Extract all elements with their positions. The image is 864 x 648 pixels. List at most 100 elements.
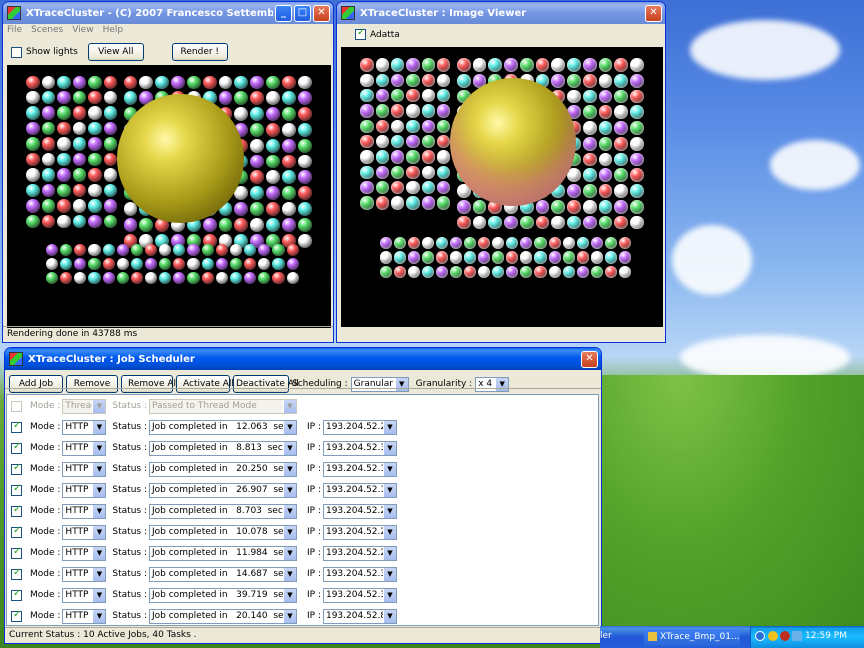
job-checkbox[interactable]: [11, 588, 22, 601]
tray-globe-icon[interactable]: [768, 631, 778, 641]
ip-select[interactable]: 193.204.52.3 ▼: [322, 440, 397, 456]
status-select[interactable]: Job completed in 10.078 seconds▼: [149, 524, 297, 540]
small-sphere: [520, 265, 533, 278]
mode-select[interactable]: HTTP ▼: [62, 440, 107, 456]
small-sphere: [360, 196, 374, 210]
status-select[interactable]: Job completed in 20.250 seconds▼: [149, 461, 297, 477]
scheduling-select[interactable]: Granular ▼: [350, 376, 409, 392]
render-button[interactable]: Render !: [171, 43, 228, 61]
small-sphere: [421, 58, 436, 72]
ip-select[interactable]: 193.204.52.14▼: [322, 461, 397, 477]
small-sphere: [590, 265, 603, 278]
menu-help[interactable]: Help: [103, 25, 124, 38]
ip-select[interactable]: 193.204.52.2 ▼: [322, 419, 397, 435]
close-icon[interactable]: ✕: [313, 4, 330, 22]
mode-select[interactable]: HTTP ▼: [62, 419, 107, 435]
remove-button[interactable]: Remove: [66, 375, 118, 393]
small-sphere: [144, 272, 158, 285]
status-select[interactable]: Job completed in 11.984 seconds▼: [149, 545, 297, 561]
tray-network-icon[interactable]: [792, 631, 802, 641]
ip-select[interactable]: 193.204.52.22▼: [322, 503, 397, 519]
show-lights-checkbox[interactable]: [11, 46, 22, 58]
deactivate-all-button[interactable]: Deactivate All: [233, 375, 299, 393]
small-sphere: [406, 73, 420, 87]
small-sphere: [286, 257, 299, 271]
small-sphere: [57, 214, 71, 229]
small-sphere: [519, 215, 534, 230]
job-checkbox[interactable]: [11, 567, 22, 580]
small-sphere: [375, 119, 390, 133]
small-sphere: [614, 184, 628, 198]
small-sphere: [567, 73, 581, 88]
job-checkbox[interactable]: [11, 525, 22, 538]
job-checkbox[interactable]: [11, 546, 22, 559]
remove-all-button[interactable]: Remove All: [121, 375, 179, 393]
status-select[interactable]: Job completed in 14.687 seconds▼: [149, 566, 297, 582]
ip-select[interactable]: 193.204.52.24▼: [322, 545, 397, 561]
taskbar-item[interactable]: XTrace_Bmp_01...: [644, 629, 740, 646]
viewer-title: XTraceCluster : Image Viewer: [360, 7, 527, 19]
activate-all-button[interactable]: Activate All: [176, 375, 234, 393]
granularity-select[interactable]: x 4 ▼: [475, 376, 510, 392]
menu-view[interactable]: View: [72, 25, 93, 38]
minimize-icon[interactable]: _: [275, 4, 292, 22]
job-row-disabled: Mode : Thread▼ Status : Passed to Thread…: [11, 398, 297, 414]
menu-file[interactable]: File: [7, 25, 22, 38]
scheduler-titlebar[interactable]: XTraceCluster : Job Scheduler ✕: [5, 348, 601, 370]
render-toolbar: Show lights View All Render !: [11, 43, 228, 61]
small-sphere: [266, 186, 280, 201]
job-checkbox[interactable]: [11, 609, 22, 622]
small-sphere: [229, 243, 243, 256]
small-sphere: [57, 137, 71, 151]
adatta-checkbox[interactable]: [355, 27, 366, 40]
mode-select[interactable]: HTTP ▼: [62, 482, 107, 498]
small-sphere: [201, 243, 214, 256]
small-sphere: [41, 121, 56, 136]
ip-select[interactable]: 193.204.52.23▼: [322, 524, 397, 540]
mode-select[interactable]: HTTP ▼: [62, 587, 107, 603]
close-icon[interactable]: ✕: [581, 350, 598, 368]
mode-select[interactable]: HTTP ▼: [62, 566, 107, 582]
ip-select[interactable]: 193.204.52.32▼: [322, 587, 397, 603]
status-select[interactable]: Job completed in 20.140 seconds▼: [149, 608, 297, 624]
small-sphere: [26, 152, 40, 167]
maximize-icon[interactable]: □: [294, 4, 311, 22]
small-sphere: [478, 265, 491, 278]
job-checkbox[interactable]: [11, 441, 22, 454]
job-checkbox[interactable]: [11, 483, 22, 496]
job-checkbox[interactable]: [11, 504, 22, 517]
small-sphere: [102, 243, 115, 256]
taskbar-partial-item[interactable]: ler: [600, 631, 612, 641]
status-select[interactable]: Job completed in 8.813 seconds▼: [149, 440, 297, 456]
job-checkbox[interactable]: [11, 462, 22, 475]
small-sphere: [375, 58, 390, 72]
tray-arrow-icon[interactable]: [755, 631, 765, 641]
status-select[interactable]: Job completed in 12.063 seconds▼: [149, 419, 297, 435]
status-select[interactable]: Job completed in 26.907 seconds▼: [149, 482, 297, 498]
small-sphere: [506, 251, 519, 264]
viewer-titlebar[interactable]: XTraceCluster : Image Viewer ✕: [337, 2, 665, 24]
ip-select[interactable]: 193.204.52.31▼: [322, 566, 397, 582]
close-icon[interactable]: ✕: [645, 4, 662, 22]
render-window-titlebar[interactable]: XTraceCluster - (C) 2007 Francesco Sette…: [3, 2, 333, 24]
mode-select[interactable]: HTTP ▼: [62, 608, 107, 624]
status-select[interactable]: Job completed in 8.703 seconds▼: [149, 503, 297, 519]
small-sphere: [72, 214, 87, 229]
mode-select[interactable]: HTTP ▼: [62, 503, 107, 519]
clock[interactable]: 12:59 PM: [805, 631, 847, 641]
ip-select[interactable]: 193.204.52.80▼: [322, 608, 397, 624]
status-label: Status :: [112, 443, 147, 453]
mode-select[interactable]: HTTP ▼: [62, 461, 107, 477]
status-select[interactable]: Job completed in 39.719 seconds▼: [149, 587, 297, 603]
tray-shield-icon[interactable]: [780, 631, 790, 641]
menu-scenes[interactable]: Scenes: [31, 25, 63, 38]
mode-select[interactable]: HTTP ▼: [62, 545, 107, 561]
small-sphere: [629, 58, 644, 72]
view-all-button[interactable]: View All: [87, 43, 144, 61]
adatta-label: Adatta: [370, 29, 400, 40]
ip-select[interactable]: 193.204.52.16▼: [322, 482, 397, 498]
add-job-button[interactable]: Add Job: [9, 375, 63, 393]
job-checkbox[interactable]: [11, 420, 22, 433]
small-sphere: [576, 237, 589, 250]
mode-select[interactable]: HTTP ▼: [62, 524, 107, 540]
